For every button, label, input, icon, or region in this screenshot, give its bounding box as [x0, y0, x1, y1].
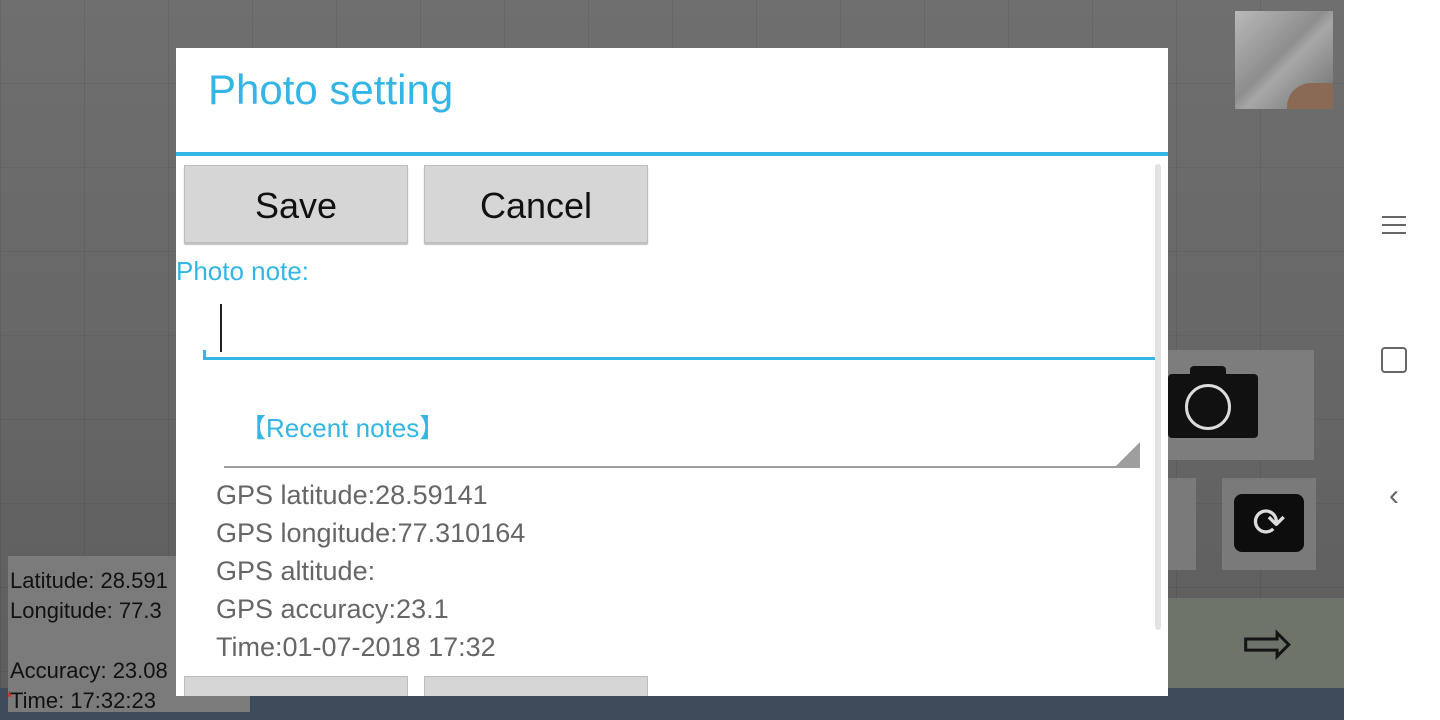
gps-longitude: GPS longitude:77.310164	[216, 518, 526, 548]
gps-latitude: GPS latitude:28.59141	[216, 480, 488, 510]
menu-icon[interactable]	[1380, 210, 1408, 238]
photo-note-label: Photo note:	[176, 256, 309, 286]
cancel-button[interactable]: Cancel	[424, 165, 648, 243]
photo-note-input[interactable]	[203, 298, 1161, 360]
dropdown-arrow-icon	[1116, 442, 1140, 466]
camera-icon[interactable]	[1168, 366, 1258, 438]
gps-altitude: GPS altitude:	[216, 556, 376, 586]
dialog-title: Photo setting	[208, 66, 454, 113]
recent-notes-label: 【Recent notes】	[240, 413, 446, 443]
gps-time: Time:01-07-2018 17:32	[216, 632, 496, 662]
overlay-longitude: Longitude: 77.3	[10, 598, 162, 623]
overlay-accuracy: Accuracy: 23.08	[10, 658, 168, 683]
title-divider	[176, 152, 1168, 156]
side-control-strip	[1168, 478, 1196, 570]
lower-button-left[interactable]	[184, 676, 408, 696]
save-button[interactable]: Save	[184, 165, 408, 243]
square-icon[interactable]	[1380, 346, 1408, 374]
input-edge-left	[203, 350, 206, 360]
recent-notes-dropdown[interactable]: 【Recent notes】	[224, 388, 1140, 468]
thumbnail-detail	[1287, 83, 1333, 109]
camera-switch-icon[interactable]: ⟳	[1234, 494, 1304, 552]
gps-accuracy: GPS accuracy:23.1	[216, 594, 449, 624]
lower-button-right[interactable]	[424, 676, 648, 696]
camera-lens	[1185, 384, 1231, 430]
overlay-latitude: Latitude: 28.591	[10, 568, 168, 593]
dialog-scrollbar[interactable]	[1155, 164, 1161, 630]
overlay-time: Time: 17:32:23	[10, 688, 156, 712]
photo-setting-dialog: Photo setting Save Cancel Photo note: 【R…	[176, 48, 1168, 696]
exit-icon[interactable]: ⇨	[1232, 608, 1304, 680]
last-photo-thumbnail[interactable]	[1235, 11, 1333, 109]
text-caret	[220, 304, 222, 352]
chevron-left-icon[interactable]: ‹	[1380, 481, 1408, 511]
